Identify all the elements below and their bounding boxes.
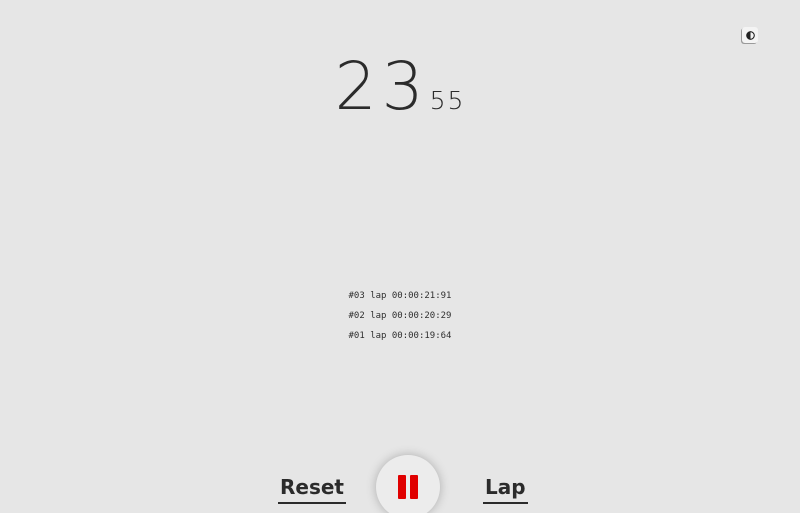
pause-button[interactable] (376, 455, 440, 513)
time-seconds: 23 (334, 48, 429, 125)
pause-icon-left-bar (398, 475, 406, 499)
lap-item: #03 lap 00:00:21:91 (348, 291, 452, 301)
time-centiseconds: 55 (429, 86, 466, 115)
time-display: 2355 (0, 54, 800, 120)
controls-bar: Reset Lap (0, 455, 800, 513)
theme-toggle-button[interactable] (742, 27, 758, 43)
stopwatch-app: 2355 #03 lap 00:00:21:91 #02 lap 00:00:2… (0, 0, 800, 513)
reset-button[interactable]: Reset (278, 475, 346, 504)
pause-icon-right-bar (410, 475, 418, 499)
lap-item: #02 lap 00:00:20:29 (348, 311, 452, 321)
lap-item: #01 lap 00:00:19:64 (348, 331, 452, 341)
contrast-icon (745, 30, 755, 40)
lap-button[interactable]: Lap (483, 475, 528, 504)
lap-list: #03 lap 00:00:21:91 #02 lap 00:00:20:29 … (0, 290, 800, 350)
